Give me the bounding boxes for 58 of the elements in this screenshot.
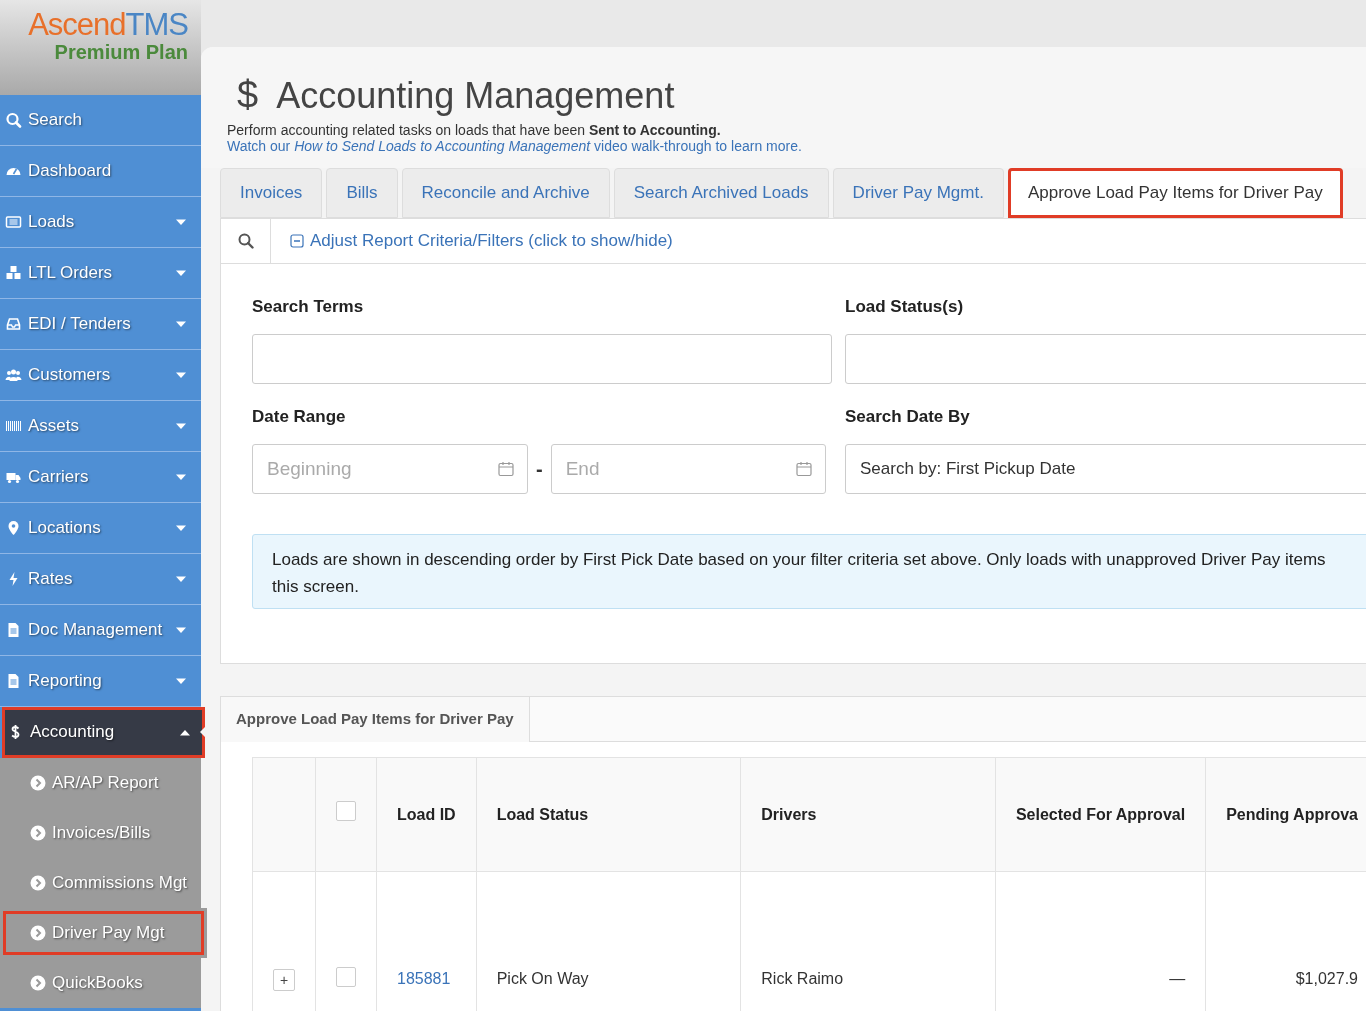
list-icon xyxy=(5,214,22,230)
submenu-item[interactable]: Invoices/Bills xyxy=(0,808,201,858)
field-label: Search Date By xyxy=(845,406,971,428)
tab[interactable]: Bills xyxy=(326,168,398,218)
search-icon xyxy=(5,112,22,128)
checkbox[interactable] xyxy=(336,801,356,821)
logo[interactable]: AscendTMS xyxy=(28,8,188,42)
filter-toggle-link[interactable]: Adjust Report Criteria/Filters (click to show/hide) xyxy=(290,228,673,254)
load-id-link[interactable]: 185881 xyxy=(397,970,451,987)
search-terms-field[interactable] xyxy=(252,334,832,384)
table-cell-text: $1,027.9 xyxy=(1295,970,1358,987)
cubes-icon xyxy=(5,265,22,281)
tab[interactable]: Approve Load Pay Items for Driver Pay xyxy=(1007,168,1343,218)
column-header: Selected For Approval xyxy=(995,757,1206,872)
results-tab[interactable]: Approve Load Pay Items for Driver Pay xyxy=(221,697,530,742)
tab[interactable]: Invoices xyxy=(220,168,323,218)
page-description: Perform accounting related tasks on loads that have been Sent to Accounting. xyxy=(227,122,722,138)
tab[interactable]: Driver Pay Mgmt. xyxy=(832,168,1004,218)
chevron-circle-icon xyxy=(30,925,46,941)
expand-button[interactable]: + xyxy=(273,969,295,991)
field-label: Search Terms xyxy=(252,296,365,318)
chevron-circle-icon xyxy=(30,825,46,841)
dollar-icon: $ xyxy=(237,75,259,115)
barcode-icon xyxy=(5,418,22,434)
submenu-item[interactable]: AR/AP Report xyxy=(0,758,201,808)
load-status-field[interactable] xyxy=(845,334,1366,384)
column-header: Drivers xyxy=(740,757,996,872)
chevron-circle-icon xyxy=(30,775,46,791)
submenu-item[interactable]: QuickBooks xyxy=(0,958,201,1008)
users-icon xyxy=(5,367,22,383)
calendar-icon[interactable] xyxy=(498,461,514,477)
calendar-icon[interactable] xyxy=(795,461,812,477)
field-label: Date Range xyxy=(252,406,347,428)
column-header: Load ID xyxy=(376,757,477,872)
tab[interactable]: Reconcile and Archive xyxy=(401,168,610,218)
table-cell-text: — xyxy=(1169,970,1186,987)
collapse-icon xyxy=(290,234,304,248)
search-date-by-select[interactable]: Search by: First Pickup Date xyxy=(845,444,1366,494)
search-icon[interactable] xyxy=(237,233,254,249)
submenu-item[interactable]: Commissions Mgt xyxy=(0,858,201,908)
chevron-circle-icon xyxy=(30,875,46,891)
column-header: Pending Approva xyxy=(1205,757,1366,872)
field-label: Load Status(s) xyxy=(845,296,965,318)
begin-date-field[interactable]: Beginning xyxy=(252,444,528,494)
help-text: Watch our How to Send Loads to Accounting Management video walk-through to learn more. xyxy=(227,138,803,154)
submenu-item[interactable]: Driver Pay Mgt xyxy=(0,908,207,958)
column-header: Load Status xyxy=(476,757,741,872)
tab[interactable]: Search Archived Loads xyxy=(613,168,829,218)
info-message: Loads are shown in descending order by First Pick Date based on your filter criteria set above. Only loads with unapproved Driver Pay items this screen. xyxy=(252,534,1366,609)
range-separator: - xyxy=(536,457,543,482)
table-cell-text: Rick Raimo xyxy=(761,970,844,987)
table-cell-text: Pick On Way xyxy=(496,970,589,987)
plan-name: Premium Plan xyxy=(54,42,188,62)
checkbox[interactable] xyxy=(336,967,356,987)
end-date-field[interactable]: End xyxy=(550,444,826,494)
page-title: Accounting Management xyxy=(276,76,675,116)
tray-icon xyxy=(5,316,22,332)
chevron-circle-icon xyxy=(30,975,46,991)
